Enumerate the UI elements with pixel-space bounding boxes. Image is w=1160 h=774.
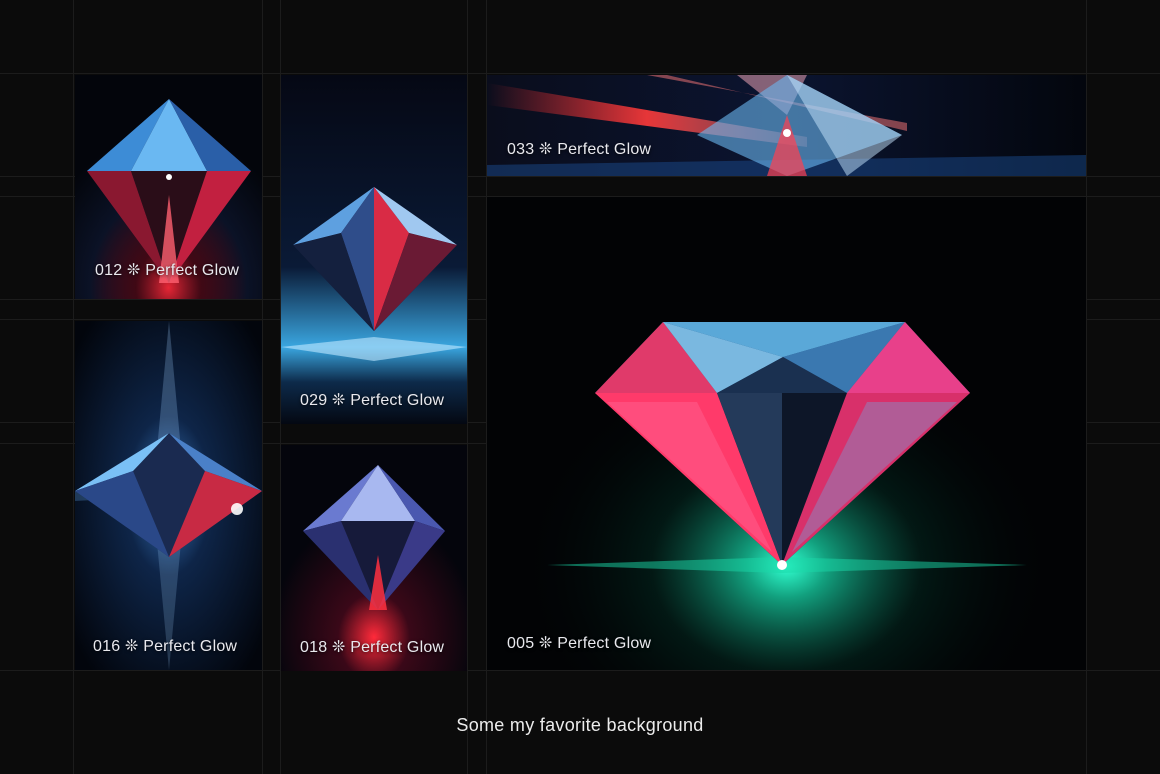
card-label: 005 ❊ Perfect Glow (507, 635, 652, 652)
gallery-card-033[interactable]: 033 ❊ Perfect Glow (487, 75, 1086, 176)
grid-line (262, 0, 263, 774)
card-label: 033 ❊ Perfect Glow (507, 141, 652, 158)
card-label: 016 ❊ Perfect Glow (93, 638, 238, 655)
grid-line (1086, 0, 1087, 774)
grid-line (73, 0, 74, 774)
card-label: 018 ❊ Perfect Glow (300, 639, 445, 656)
card-label: 029 ❊ Perfect Glow (300, 392, 445, 409)
gallery-card-029[interactable]: 029 ❊ Perfect Glow (281, 75, 467, 424)
diamond-image (487, 75, 1086, 176)
gallery-card-012[interactable]: 012 ❊ Perfect Glow (75, 75, 262, 299)
grid-line (467, 0, 468, 774)
grid-line (0, 73, 1160, 74)
diamond-image (487, 197, 1086, 670)
page-caption: Some my favorite background (456, 715, 704, 735)
gallery-card-018[interactable]: 018 ❊ Perfect Glow (281, 445, 467, 671)
gallery-card-016[interactable]: 016 ❊ Perfect Glow (75, 321, 262, 670)
grid-line (0, 670, 1160, 671)
card-label: 012 ❊ Perfect Glow (95, 262, 240, 279)
diamond-image (75, 321, 262, 670)
gallery-card-005[interactable]: 005 ❊ Perfect Glow (487, 197, 1086, 670)
diamond-image (281, 75, 467, 424)
